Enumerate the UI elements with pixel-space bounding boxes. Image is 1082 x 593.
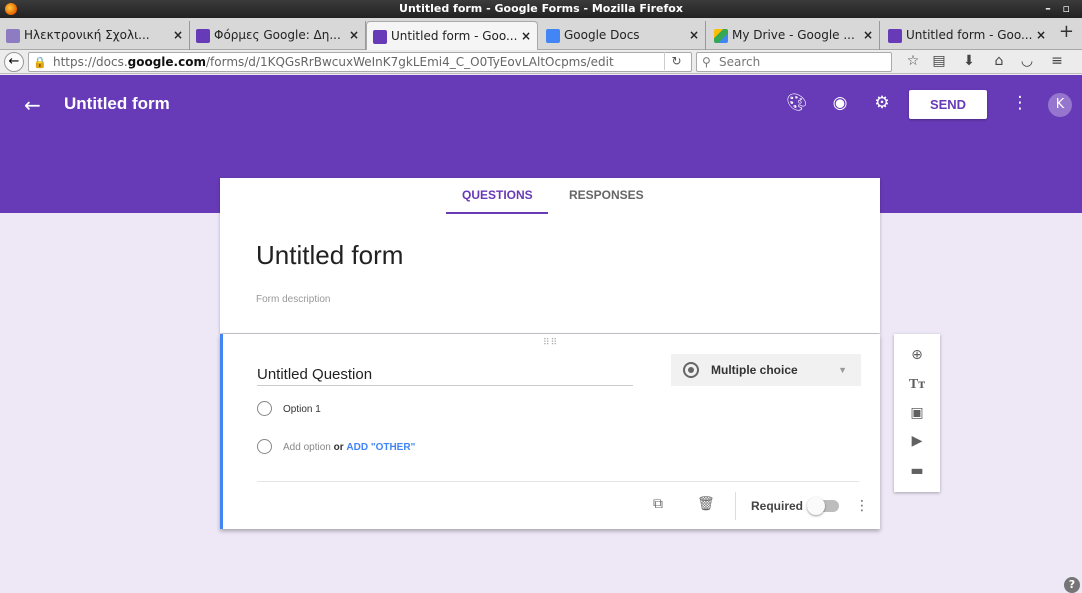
pocket-icon[interactable]: ◡: [1018, 53, 1036, 69]
form-header-card: QUESTIONS RESPONSES Untitled form Form d…: [220, 178, 880, 333]
tab-label: Untitled form - Goo...: [391, 29, 518, 43]
search-icon: ⚲: [702, 55, 711, 69]
more-vert-icon[interactable]: ⋮: [855, 498, 869, 514]
delete-icon[interactable]: 🗑︎: [697, 496, 715, 512]
browser-tab[interactable]: Φόρμες Google: Δη... ×: [190, 21, 366, 50]
active-tab-indicator: [446, 212, 548, 214]
close-tab-icon[interactable]: ×: [521, 22, 531, 50]
url-path: /forms/d/1KQGsRrBwcuxWeInK7gkLEmi4_C_O0T…: [205, 55, 614, 69]
window-title-bar: Untitled form - Google Forms - Mozilla F…: [0, 0, 1082, 18]
tab-label: My Drive - Google ...: [732, 28, 855, 42]
new-tab-button[interactable]: +: [1059, 21, 1074, 42]
chevron-down-icon: ▼: [838, 365, 847, 375]
close-tab-icon[interactable]: ×: [349, 21, 359, 50]
browser-tab[interactable]: Google Docs ×: [540, 21, 706, 50]
search-placeholder: Search: [719, 55, 761, 69]
toggle-knob: [807, 497, 825, 515]
more-vert-icon[interactable]: ⋮: [1010, 93, 1030, 113]
question-type-dropdown[interactable]: Multiple choice ▼: [671, 354, 861, 386]
close-tab-icon[interactable]: ×: [689, 21, 699, 50]
back-button[interactable]: ←: [4, 52, 24, 72]
question-card[interactable]: ⠿⠿ Untitled Question Multiple choice ▼ O…: [220, 334, 880, 529]
question-toolbar: ⊕ Tт ▣ ▶ ▬: [894, 334, 940, 492]
settings-gear-icon[interactable]: ⚙: [872, 93, 892, 113]
footer-divider: [257, 481, 859, 482]
form-description-input[interactable]: Form description: [256, 294, 330, 305]
send-button[interactable]: SEND: [909, 90, 987, 119]
forms-icon: [196, 28, 210, 43]
form-title-header: Untitled form: [64, 94, 170, 113]
menu-icon[interactable]: ≡: [1048, 53, 1066, 69]
url-prefix: https://docs.: [53, 55, 128, 69]
drive-icon: [714, 28, 728, 43]
window-title: Untitled form - Google Forms - Mozilla F…: [399, 2, 683, 15]
tab-label: Untitled form - Goo...: [906, 28, 1033, 42]
drag-handle-icon[interactable]: ⠿⠿: [543, 338, 558, 348]
browser-tab[interactable]: Untitled form - Goo... ×: [882, 21, 1052, 50]
docs-icon: [546, 28, 560, 43]
add-question-icon[interactable]: ⊕: [908, 346, 926, 364]
close-tab-icon[interactable]: ×: [173, 21, 183, 50]
vertical-separator: [735, 492, 736, 520]
add-section-icon[interactable]: ▬: [908, 462, 926, 480]
tab-label: Ηλεκτρονική Σχολι...: [24, 28, 150, 42]
back-arrow-icon[interactable]: ←: [24, 93, 41, 117]
duplicate-icon[interactable]: ⧉: [653, 496, 663, 512]
firefox-icon: [5, 3, 17, 15]
lock-icon[interactable]: 🔒: [33, 54, 47, 71]
browser-tab[interactable]: My Drive - Google ... ×: [708, 21, 880, 50]
required-toggle[interactable]: [807, 497, 839, 515]
form-title-input[interactable]: Untitled form: [256, 240, 403, 271]
radio-circle-icon: [257, 439, 272, 454]
navigation-bar: ← 🔒 https://docs.google.com/forms/d/1KQG…: [0, 50, 1082, 74]
option-label[interactable]: Option 1: [283, 404, 321, 415]
add-video-icon[interactable]: ▶: [908, 432, 926, 450]
close-tab-icon[interactable]: ×: [1036, 21, 1046, 50]
forms-icon: [373, 29, 387, 44]
help-icon[interactable]: ?: [1064, 577, 1080, 593]
radio-button-icon: [683, 362, 699, 378]
site-icon: [6, 28, 20, 43]
tab-label: Google Docs: [564, 28, 640, 42]
add-title-icon[interactable]: Tт: [908, 376, 926, 394]
add-option-text: Add option or ADD "OTHER": [283, 442, 415, 453]
close-tab-icon[interactable]: ×: [863, 21, 873, 50]
browser-tab-active[interactable]: Untitled form - Goo... ×: [366, 21, 538, 50]
add-image-icon[interactable]: ▣: [908, 404, 926, 422]
reading-list-icon[interactable]: ▤: [930, 53, 948, 69]
bookmark-star-icon[interactable]: ☆: [904, 53, 922, 69]
add-other-link[interactable]: ADD "OTHER": [346, 442, 415, 453]
search-input[interactable]: ⚲ Search: [696, 52, 892, 72]
tab-questions[interactable]: QUESTIONS: [462, 188, 533, 202]
tab-responses[interactable]: RESPONSES: [569, 188, 644, 202]
required-label: Required: [751, 499, 804, 513]
add-option-link[interactable]: Add option: [283, 442, 331, 453]
avatar[interactable]: K: [1048, 93, 1072, 117]
reload-icon[interactable]: ↻: [664, 52, 688, 70]
palette-icon[interactable]: 🎨︎: [786, 93, 808, 113]
home-icon[interactable]: ⌂: [990, 53, 1008, 69]
forms-icon: [888, 28, 902, 43]
download-icon[interactable]: ⬇: [960, 53, 978, 69]
tab-strip: Ηλεκτρονική Σχολι... × Φόρμες Google: Δη.…: [0, 18, 1082, 50]
question-type-label: Multiple choice: [711, 363, 798, 377]
window-controls[interactable]: – ▫: [1045, 0, 1074, 18]
question-title-input[interactable]: Untitled Question: [257, 366, 633, 386]
preview-eye-icon[interactable]: ◉: [830, 93, 850, 113]
browser-tab[interactable]: Ηλεκτρονική Σχολι... ×: [0, 21, 190, 50]
radio-circle-icon: [257, 401, 272, 416]
url-domain: google.com: [127, 55, 206, 69]
tab-label: Φόρμες Google: Δη...: [214, 28, 341, 42]
url-bar[interactable]: 🔒 https://docs.google.com/forms/d/1KQGsR…: [28, 52, 692, 72]
or-text: or: [333, 442, 344, 453]
